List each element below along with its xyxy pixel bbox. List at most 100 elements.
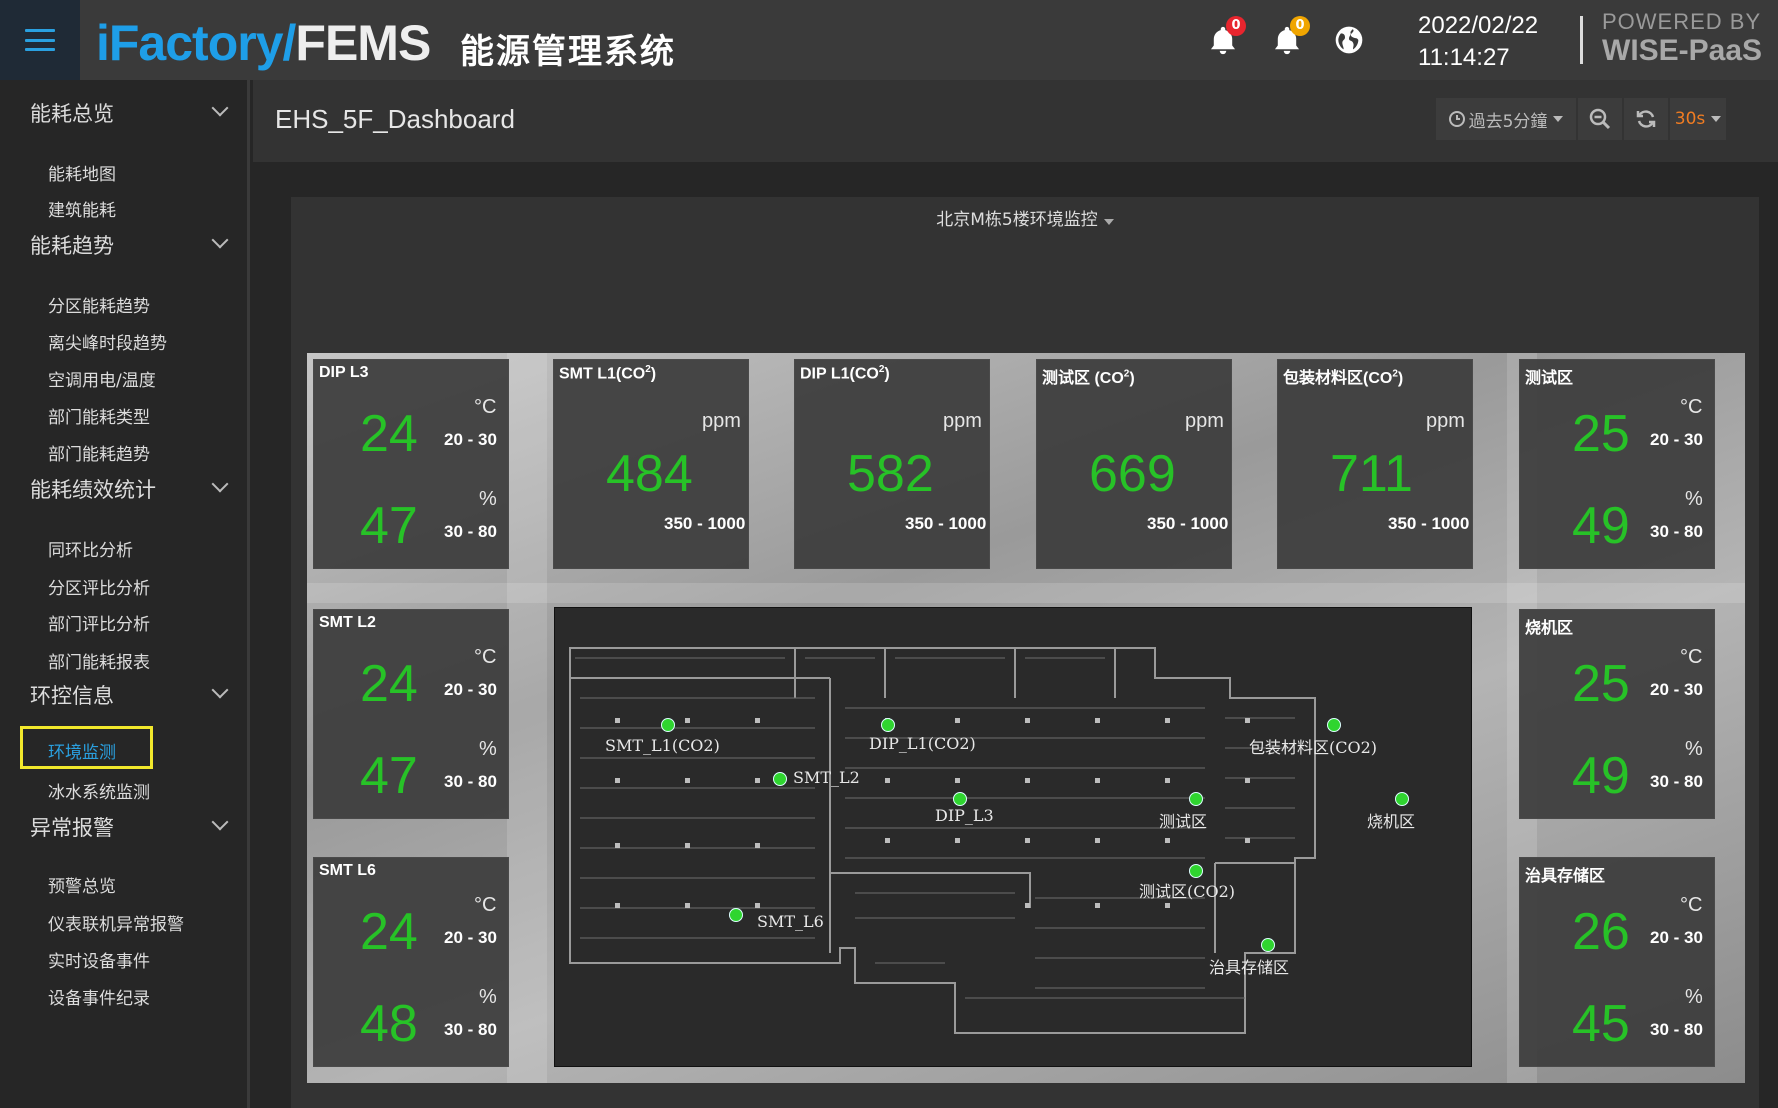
co2-unit: ppm	[943, 410, 982, 432]
panel-title: 北京M栋5楼环境监控	[936, 210, 1098, 230]
sidebar-group-energy-trend[interactable]: 能耗趋势	[30, 230, 114, 260]
temp-range: 20 - 30	[1650, 680, 1703, 699]
sensor-marker-dip-l3[interactable]	[953, 792, 967, 806]
sensor-card-test-co2[interactable]: 测试区 (CO2) ppm 669 350 - 1000	[1036, 359, 1232, 569]
sidebar-item-yoy[interactable]: 同环比分析	[48, 536, 133, 561]
language-button[interactable]	[1333, 24, 1365, 56]
sensor-name: DIP L1(CO2)	[800, 364, 890, 383]
floor-label-dip-l3: DIP_L3	[935, 806, 994, 825]
sidebar-item-alert-overview[interactable]: 预警总览	[48, 872, 116, 897]
sidebar-item-env-monitor[interactable]: 环境监测	[48, 738, 116, 763]
brand-logo-part2: FEMS	[295, 15, 431, 71]
sensor-card-burn-area[interactable]: 烧机区 °C 25 20 - 30 % 49 30 - 80	[1519, 609, 1715, 819]
sidebar-item-ac-temp[interactable]: 空调用电/温度	[48, 366, 156, 391]
sensor-card-dip-l3[interactable]: DIP L3 °C 24 20 - 30 % 47 30 - 80	[313, 359, 509, 569]
zoom-out-button[interactable]	[1578, 98, 1622, 140]
sidebar-item-building-energy[interactable]: 建筑能耗	[48, 196, 116, 221]
temp-range: 20 - 30	[444, 680, 497, 699]
temp-value: 24	[360, 405, 418, 463]
sensor-marker-pack[interactable]	[1327, 718, 1341, 732]
sidebar-item-dept-compare[interactable]: 部门评比分析	[48, 610, 150, 635]
floor-plan: SMT_L1(CO2) SMT_L2 SMT_L6 DIP_L1(CO2) DI…	[554, 607, 1472, 1067]
sidebar-item-meter-alarm[interactable]: 仪表联机异常报警	[48, 910, 184, 935]
humidity-unit: %	[1685, 738, 1703, 760]
clock-icon	[1448, 111, 1465, 127]
sensor-card-smt-l6[interactable]: SMT L6 °C 24 20 - 30 % 48 30 - 80	[313, 857, 509, 1067]
sidebar-group-performance[interactable]: 能耗绩效统计	[30, 474, 156, 504]
warning-bell-button[interactable]: 0	[1270, 16, 1310, 58]
humidity-value: 45	[1572, 995, 1630, 1053]
sensor-name: 包装材料区(CO2)	[1283, 368, 1404, 387]
sidebar-item-dept-report[interactable]: 部门能耗报表	[48, 648, 150, 673]
menu-toggle-button[interactable]	[0, 0, 80, 80]
sensor-card-pack-co2[interactable]: 包装材料区(CO2) ppm 711 350 - 1000	[1277, 359, 1473, 569]
refresh-interval-picker[interactable]: 30s	[1670, 98, 1726, 140]
temp-unit: °C	[474, 646, 497, 668]
zoom-out-icon	[1589, 108, 1611, 130]
time-range-picker[interactable]: 過去5分鐘	[1436, 98, 1576, 140]
warning-count-badge: 0	[1290, 16, 1310, 36]
humidity-unit: %	[479, 738, 497, 760]
background-beam	[507, 353, 547, 1083]
sensor-marker-test-co2[interactable]	[1189, 864, 1203, 878]
temp-range: 20 - 30	[1650, 928, 1703, 947]
sensor-marker-smt-l1[interactable]	[661, 718, 675, 732]
panel-title-dropdown[interactable]: 北京M栋5楼环境监控	[291, 205, 1759, 230]
sensor-marker-fixture[interactable]	[1261, 938, 1275, 952]
sidebar-item-peak-trend[interactable]: 离尖峰时段趋势	[48, 329, 167, 354]
refresh-interval-label: 30s	[1674, 109, 1706, 129]
temp-unit: °C	[1680, 894, 1703, 916]
clock: 2022/02/22 11:14:27	[1418, 10, 1538, 74]
sensor-card-smt-l2[interactable]: SMT L2 °C 24 20 - 30 % 47 30 - 80	[313, 609, 509, 819]
wise-paas-text: WISE-PaaS	[1602, 34, 1763, 67]
sensor-name: SMT L1(CO2)	[559, 364, 657, 383]
chevron-down-icon[interactable]	[211, 475, 229, 493]
sidebar-group-energy-overview[interactable]: 能耗总览	[30, 98, 114, 128]
time-range-label: 過去5分鐘	[1468, 111, 1548, 132]
co2-value: 484	[606, 445, 693, 503]
sensor-marker-burn[interactable]	[1395, 792, 1409, 806]
powered-by-text: POWERED BY	[1602, 9, 1762, 34]
sensor-marker-smt-l2[interactable]	[773, 772, 787, 786]
sensor-card-fixture-area[interactable]: 治具存储区 °C 26 20 - 30 % 45 30 - 80	[1519, 857, 1715, 1067]
dashboard-toolbar: 過去5分鐘 30s	[1436, 98, 1728, 140]
sidebar-item-dept-type[interactable]: 部门能耗类型	[48, 403, 150, 428]
humidity-unit: %	[1685, 986, 1703, 1008]
sensor-card-smt-l1-co2[interactable]: SMT L1(CO2) ppm 484 350 - 1000	[553, 359, 749, 569]
sidebar-item-event-log[interactable]: 设备事件纪录	[48, 984, 150, 1009]
sidebar-group-env-control[interactable]: 环控信息	[30, 680, 114, 710]
sidebar-item-zone-compare[interactable]: 分区评比分析	[48, 574, 150, 599]
sidebar-item-chiller-monitor[interactable]: 冰水系统监测	[48, 778, 150, 803]
sensor-card-dip-l1-co2[interactable]: DIP L1(CO2) ppm 582 350 - 1000	[794, 359, 990, 569]
humidity-range: 30 - 80	[444, 522, 497, 541]
sensor-card-test-area[interactable]: 测试区 °C 25 20 - 30 % 49 30 - 80	[1519, 359, 1715, 569]
floor-label-dip-l1: DIP_L1(CO2)	[869, 734, 976, 753]
sidebar-group-alarms[interactable]: 异常报警	[30, 812, 114, 842]
floor-label-fixture: 治具存储区	[1209, 958, 1290, 977]
chevron-down-icon[interactable]	[211, 813, 229, 831]
temp-value: 24	[360, 655, 418, 713]
humidity-value: 49	[1572, 747, 1630, 805]
temp-unit: °C	[1680, 396, 1703, 418]
caret-down-icon	[1553, 116, 1564, 122]
caret-down-icon	[1103, 219, 1114, 225]
sensor-marker-dip-l1[interactable]	[881, 718, 895, 732]
floor-label-smt-l2: SMT_L2	[793, 768, 860, 787]
chevron-down-icon[interactable]	[211, 231, 229, 249]
sidebar-item-zone-trend[interactable]: 分区能耗趋势	[48, 292, 150, 317]
brand-logo: iFactory/FEMS	[96, 14, 431, 72]
temp-unit: °C	[474, 894, 497, 916]
sidebar-item-energy-map[interactable]: 能耗地图	[48, 160, 116, 185]
sidebar-item-realtime-events[interactable]: 实时设备事件	[48, 947, 150, 972]
chevron-down-icon[interactable]	[211, 681, 229, 699]
sidebar-item-dept-trend[interactable]: 部门能耗趋势	[48, 440, 150, 465]
chevron-down-icon[interactable]	[211, 99, 229, 117]
alarm-bell-button[interactable]: 0	[1206, 16, 1246, 58]
co2-range: 350 - 1000	[1147, 514, 1229, 533]
humidity-value: 49	[1572, 497, 1630, 555]
current-date: 2022/02/22	[1418, 12, 1539, 39]
sensor-marker-smt-l6[interactable]	[729, 908, 743, 922]
sensor-marker-test[interactable]	[1189, 792, 1203, 806]
refresh-button[interactable]	[1624, 98, 1668, 140]
co2-range: 350 - 1000	[905, 514, 987, 533]
